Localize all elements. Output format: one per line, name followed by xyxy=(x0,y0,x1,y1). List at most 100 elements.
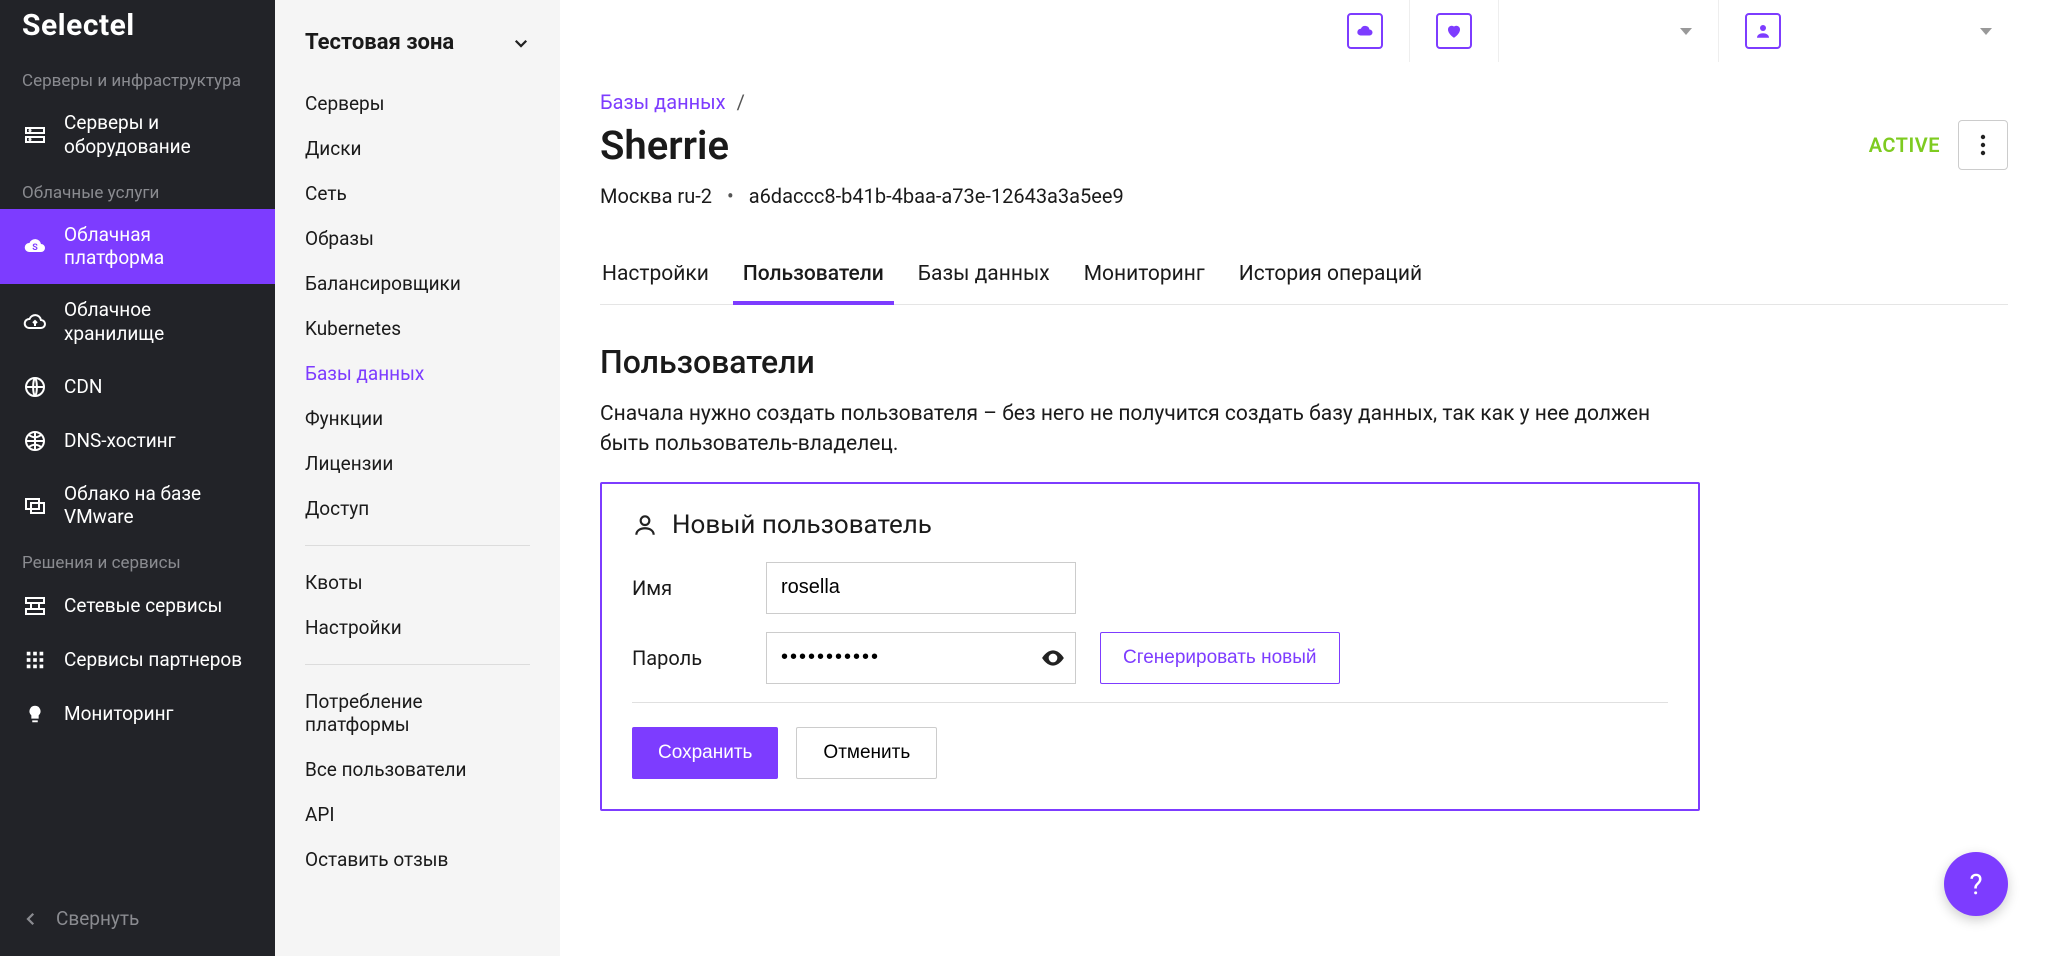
sidebar-item-label: DNS-хостинг xyxy=(64,429,176,453)
subnav-item-disks[interactable]: Диски xyxy=(275,126,560,171)
sidebar-item-label: Сервисы партнеров xyxy=(64,648,242,672)
name-input[interactable] xyxy=(766,562,1076,614)
kebab-icon xyxy=(1980,134,1986,156)
password-input[interactable] xyxy=(766,632,1076,684)
topbar-account-selector[interactable] xyxy=(1718,0,2018,62)
cloud-balance-icon xyxy=(1347,13,1383,49)
subnav-item-servers[interactable]: Серверы xyxy=(275,81,560,126)
tab-monitoring[interactable]: Мониторинг xyxy=(1082,248,1207,304)
sidebar-item-label: Облако на базе VMware xyxy=(64,482,253,530)
collapse-label: Свернуть xyxy=(56,907,139,930)
chevron-left-icon xyxy=(22,910,40,928)
sidebar-item-network[interactable]: Сетевые сервисы xyxy=(0,579,275,633)
divider xyxy=(305,545,530,546)
region-label: Москва ru-2 xyxy=(600,184,712,208)
heart-icon xyxy=(1436,13,1472,49)
user-outline-icon xyxy=(632,512,658,538)
subnav-item-licenses[interactable]: Лицензии xyxy=(275,441,560,486)
divider xyxy=(632,702,1668,703)
status-badge: ACTIVE xyxy=(1869,133,1940,157)
cloud-s-icon: S xyxy=(22,233,48,259)
globe-icon xyxy=(22,374,48,400)
zone-selector[interactable]: Тестовая зона xyxy=(275,22,560,81)
subnav-item-quotas[interactable]: Квоты xyxy=(275,560,560,605)
sidebar-secondary: Тестовая зона Серверы Диски Сеть Образы … xyxy=(275,0,560,956)
tab-users[interactable]: Пользователи xyxy=(741,248,886,304)
sidebar-item-label: Облачное хранилище xyxy=(64,298,253,346)
subnav-item-network[interactable]: Сеть xyxy=(275,171,560,216)
subnav-item-functions[interactable]: Функции xyxy=(275,396,560,441)
tab-databases[interactable]: Базы данных xyxy=(916,248,1052,304)
subnav-item-feedback[interactable]: Оставить отзыв xyxy=(275,837,560,882)
topbar-favorites-slot[interactable] xyxy=(1409,0,1498,62)
name-label: Имя xyxy=(632,576,742,600)
sidebar-item-servers[interactable]: Серверы и оборудование xyxy=(0,97,275,173)
sidebar-primary: Selectel Серверы и инфраструктура Сервер… xyxy=(0,0,275,956)
tab-history[interactable]: История операций xyxy=(1237,248,1424,304)
sidebar-section-label: Решения и сервисы xyxy=(0,543,275,579)
section-description: Сначала нужно создать пользователя – без… xyxy=(600,399,1700,460)
sidebar-item-label: CDN xyxy=(64,375,102,399)
main-area: Базы данных / Sherrie ACTIVE Москва ru-2… xyxy=(560,0,2048,956)
breadcrumb-separator: / xyxy=(731,90,751,114)
breadcrumb-link-databases[interactable]: Базы данных xyxy=(600,90,726,114)
subnav-item-access[interactable]: Доступ xyxy=(275,486,560,531)
sidebar-collapse[interactable]: Свернуть xyxy=(0,889,275,956)
subnav-item-databases[interactable]: Базы данных xyxy=(275,351,560,396)
save-button[interactable]: Сохранить xyxy=(632,727,778,779)
eye-icon xyxy=(1040,645,1066,671)
section-title: Пользователи xyxy=(600,343,2008,381)
instance-uuid: a6daccc8-b41b-4baa-a73e-12643a3a5ee9 xyxy=(749,184,1124,208)
topbar xyxy=(560,0,2048,62)
instance-meta: Москва ru-2 • a6daccc8-b41b-4baa-a73e-12… xyxy=(600,184,2008,208)
subnav-item-images[interactable]: Образы xyxy=(275,216,560,261)
chevron-down-icon xyxy=(1680,28,1692,35)
sidebar-item-label: Облачная платформа xyxy=(64,223,253,271)
more-actions-button[interactable] xyxy=(1958,120,2008,170)
zone-title: Тестовая зона xyxy=(305,30,454,55)
subnav-item-api[interactable]: API xyxy=(275,792,560,837)
sidebar-item-label: Сетевые сервисы xyxy=(64,594,222,618)
topbar-project-selector[interactable] xyxy=(1498,0,1718,62)
subnav-item-kubernetes[interactable]: Kubernetes xyxy=(275,306,560,351)
content: Базы данных / Sherrie ACTIVE Москва ru-2… xyxy=(560,62,2048,956)
subnav-item-settings[interactable]: Настройки xyxy=(275,605,560,650)
subnav-item-balancers[interactable]: Балансировщики xyxy=(275,261,560,306)
sidebar-item-dns[interactable]: DNS-хостинг xyxy=(0,414,275,468)
lightbulb-icon xyxy=(22,701,48,727)
server-icon xyxy=(22,122,48,148)
form-card-title: Новый пользователь xyxy=(672,510,932,540)
globe-grid-icon xyxy=(22,428,48,454)
sidebar-item-cloud-platform[interactable]: S Облачная платформа xyxy=(0,209,275,285)
subnav-item-consumption[interactable]: Потребление платформы xyxy=(275,679,560,747)
svg-text:S: S xyxy=(32,243,38,253)
apps-grid-icon xyxy=(22,647,48,673)
generate-password-button[interactable]: Сгенерировать новый xyxy=(1100,632,1340,684)
divider xyxy=(305,664,530,665)
topbar-balance-slot[interactable] xyxy=(1321,0,1409,62)
chevron-down-icon xyxy=(512,34,530,52)
cloud-upload-icon xyxy=(22,309,48,335)
sidebar-item-cloud-storage[interactable]: Облачное хранилище xyxy=(0,284,275,360)
sidebar-item-label: Мониторинг xyxy=(64,702,174,726)
tab-settings[interactable]: Настройки xyxy=(600,248,711,304)
vmware-icon xyxy=(22,492,48,518)
subnav-item-all-users[interactable]: Все пользователи xyxy=(275,747,560,792)
brand-logo: Selectel xyxy=(0,0,275,61)
sidebar-item-label: Серверы и оборудование xyxy=(64,111,253,159)
cancel-button[interactable]: Отменить xyxy=(796,727,937,779)
sidebar-item-vmware[interactable]: Облако на базе VMware xyxy=(0,468,275,544)
sidebar-section-label: Серверы и инфраструктура xyxy=(0,61,275,97)
sidebar-item-monitoring[interactable]: Мониторинг xyxy=(0,687,275,741)
sidebar-item-cdn[interactable]: CDN xyxy=(0,360,275,414)
sidebar-item-partners[interactable]: Сервисы партнеров xyxy=(0,633,275,687)
tabs: Настройки Пользователи Базы данных Монит… xyxy=(600,248,2008,305)
user-icon xyxy=(1745,13,1781,49)
password-label: Пароль xyxy=(632,646,742,670)
new-user-card: Новый пользователь Имя Пароль Сгенериров… xyxy=(600,482,1700,811)
help-button[interactable]: ? xyxy=(1944,852,2008,916)
chevron-down-icon xyxy=(1980,28,1992,35)
sidebar-section-label: Облачные услуги xyxy=(0,173,275,209)
toggle-password-visibility[interactable] xyxy=(1040,645,1066,671)
breadcrumb: Базы данных / xyxy=(600,90,2008,114)
